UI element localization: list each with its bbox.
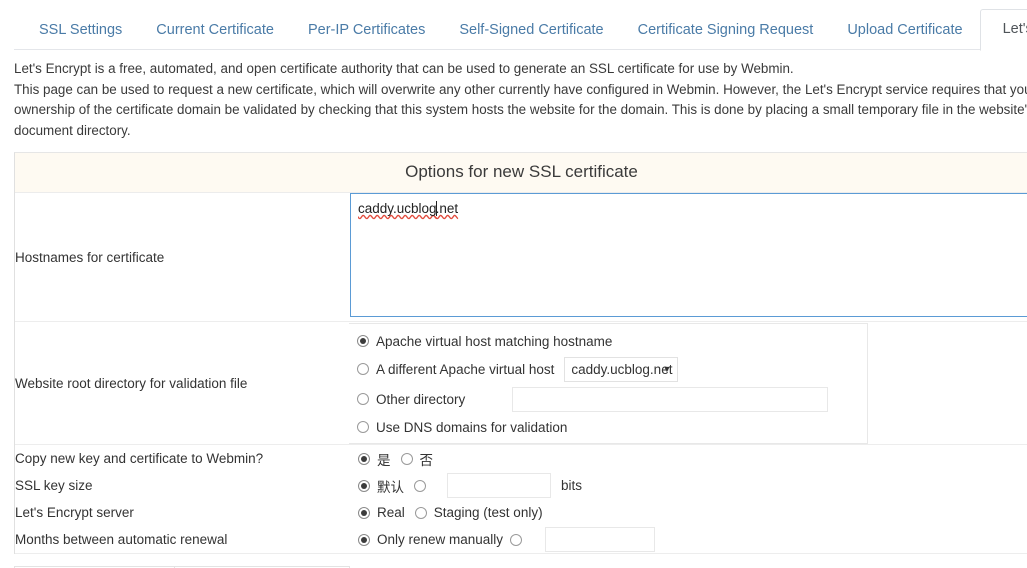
- radio-renew-manual-label: Only renew manually: [377, 532, 504, 547]
- radio-other-directory-label: Other directory: [376, 391, 466, 407]
- label-key-size: SSL key size: [15, 478, 93, 493]
- label-hostnames: Hostnames for certificate: [15, 193, 349, 322]
- renewal-options: Only renew manually: [349, 526, 1027, 553]
- tab-certificate-signing-request[interactable]: Certificate Signing Request: [621, 11, 831, 50]
- radio-option-different-vhost[interactable]: A different Apache virtual host caddy.uc…: [349, 354, 867, 384]
- tab-self-signed-certificate[interactable]: Self-Signed Certificate: [442, 11, 620, 50]
- hostnames-textarea-wrap: caddy.ucblog.net: [349, 193, 1027, 321]
- row-key-size: SSL key size 默认 bits: [15, 472, 1027, 499]
- radio-key-size-default-label: 默认: [377, 479, 404, 495]
- label-copy-key: Copy new key and certificate to Webmin?: [15, 451, 264, 466]
- key-size-options: 默认 bits: [349, 472, 1027, 499]
- radio-server-staging-icon[interactable]: [414, 506, 427, 519]
- row-webroot: Website root directory for validation fi…: [15, 321, 1027, 445]
- bits-unit-label: bits: [561, 478, 583, 493]
- intro-line-2: This page can be used to request a new c…: [14, 81, 1027, 138]
- copy-key-options: 是 否: [349, 445, 1027, 472]
- vhost-select[interactable]: caddy.ucblog.net: [564, 356, 679, 382]
- hostnames-textarea[interactable]: caddy.ucblog.net: [350, 193, 1027, 317]
- radio-server-staging-label: Staging (test only): [433, 505, 543, 520]
- radio-apache-matching-label: Apache virtual host matching hostname: [376, 333, 613, 349]
- intro-text: Let's Encrypt is a free, automated, and …: [0, 50, 1027, 141]
- radio-renew-months-icon[interactable]: [510, 533, 523, 546]
- radio-server-real-label: Real: [377, 505, 405, 520]
- radio-dns-validation-label: Use DNS domains for validation: [376, 419, 568, 435]
- server-options: Real Staging (test only): [349, 499, 1027, 526]
- label-server: Let's Encrypt server: [15, 505, 134, 520]
- renewal-months-input[interactable]: [545, 527, 656, 552]
- radio-key-size-custom-icon[interactable]: [414, 479, 426, 492]
- radio-other-directory-icon[interactable]: [357, 393, 369, 405]
- radio-option-other-directory[interactable]: Other directory: [349, 384, 867, 414]
- row-copy-key: Copy new key and certificate to Webmin? …: [15, 445, 1027, 473]
- radio-server-real-icon[interactable]: [358, 506, 370, 519]
- tab-current-certificate[interactable]: Current Certificate: [139, 11, 291, 50]
- radio-different-vhost-label: A different Apache virtual host: [376, 361, 555, 377]
- radio-option-apache-matching[interactable]: Apache virtual host matching hostname: [349, 328, 867, 354]
- webroot-radio-group: Apache virtual host matching hostname A …: [349, 323, 868, 444]
- row-renewal: Months between automatic renewal Only re…: [15, 526, 1027, 554]
- other-directory-input[interactable]: [512, 386, 829, 412]
- radio-apache-matching-icon[interactable]: [357, 335, 369, 347]
- radio-renew-manual-icon[interactable]: [358, 533, 370, 546]
- radio-copy-key-yes-label: 是: [377, 452, 391, 468]
- key-size-input[interactable]: [447, 473, 551, 498]
- radio-dns-validation-icon[interactable]: [357, 421, 369, 433]
- ssl-options-panel: Options for new SSL certificate Hostname…: [14, 152, 1027, 554]
- radio-copy-key-no-icon[interactable]: [400, 452, 413, 465]
- options-form: Hostnames for certificate caddy.ucblog.n…: [15, 193, 1027, 554]
- row-hostnames: Hostnames for certificate caddy.ucblog.n…: [15, 193, 1027, 322]
- tab-ssl-settings[interactable]: SSL Settings: [22, 11, 139, 50]
- vhost-select-wrap: caddy.ucblog.net ▼: [554, 356, 679, 382]
- label-renewal: Months between automatic renewal: [15, 526, 349, 554]
- tab-lets-encrypt[interactable]: Let's Encrypt: [979, 9, 1027, 51]
- tab-per-ip-certificates[interactable]: Per-IP Certificates: [291, 11, 442, 50]
- intro-line-1: Let's Encrypt is a free, automated, and …: [14, 61, 794, 76]
- label-webroot: Website root directory for validation fi…: [15, 321, 349, 445]
- panel-title: Options for new SSL certificate: [15, 153, 1027, 193]
- radio-different-vhost-icon[interactable]: [357, 363, 369, 375]
- radio-copy-key-yes-icon[interactable]: [358, 452, 370, 465]
- tab-bar: SSL Settings Current Certificate Per-IP …: [0, 0, 1027, 51]
- hostnames-value: caddy.ucblog: [358, 201, 437, 216]
- row-server: Let's Encrypt server Real Staging (test …: [15, 499, 1027, 526]
- radio-key-size-default-icon[interactable]: [358, 479, 370, 492]
- radio-option-dns-validation[interactable]: Use DNS domains for validation: [349, 414, 867, 440]
- tab-upload-certificate[interactable]: Upload Certificate: [830, 11, 979, 50]
- radio-copy-key-no-label: 否: [419, 452, 434, 468]
- hostnames-value-tail: .net: [435, 201, 459, 216]
